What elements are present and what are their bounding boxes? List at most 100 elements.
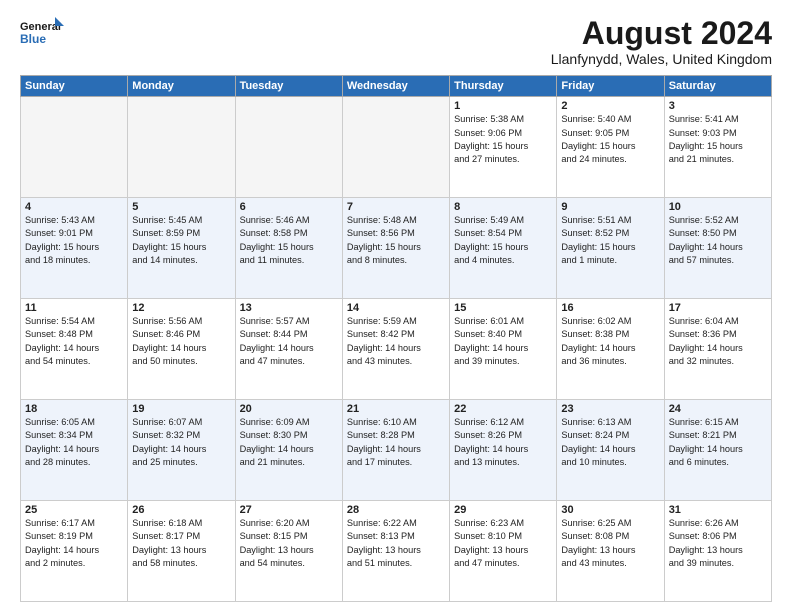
svg-text:Blue: Blue [20, 32, 46, 46]
day-info: Sunrise: 5:45 AM Sunset: 8:59 PM Dayligh… [132, 214, 230, 267]
table-row [235, 97, 342, 198]
table-row: 16Sunrise: 6:02 AM Sunset: 8:38 PM Dayli… [557, 299, 664, 400]
table-row: 21Sunrise: 6:10 AM Sunset: 8:28 PM Dayli… [342, 400, 449, 501]
day-info: Sunrise: 5:51 AM Sunset: 8:52 PM Dayligh… [561, 214, 659, 267]
day-number: 10 [669, 201, 767, 213]
day-number: 20 [240, 403, 338, 415]
table-row: 31Sunrise: 6:26 AM Sunset: 8:06 PM Dayli… [664, 501, 771, 602]
day-number: 3 [669, 100, 767, 112]
table-row: 5Sunrise: 5:45 AM Sunset: 8:59 PM Daylig… [128, 198, 235, 299]
day-number: 30 [561, 504, 659, 516]
day-number: 4 [25, 201, 123, 213]
calendar-week-row: 11Sunrise: 5:54 AM Sunset: 8:48 PM Dayli… [21, 299, 772, 400]
table-row: 10Sunrise: 5:52 AM Sunset: 8:50 PM Dayli… [664, 198, 771, 299]
table-row: 6Sunrise: 5:46 AM Sunset: 8:58 PM Daylig… [235, 198, 342, 299]
day-number: 9 [561, 201, 659, 213]
day-number: 25 [25, 504, 123, 516]
table-row: 25Sunrise: 6:17 AM Sunset: 8:19 PM Dayli… [21, 501, 128, 602]
day-number: 23 [561, 403, 659, 415]
table-row: 19Sunrise: 6:07 AM Sunset: 8:32 PM Dayli… [128, 400, 235, 501]
day-number: 5 [132, 201, 230, 213]
day-info: Sunrise: 5:46 AM Sunset: 8:58 PM Dayligh… [240, 214, 338, 267]
day-number: 28 [347, 504, 445, 516]
day-info: Sunrise: 6:02 AM Sunset: 8:38 PM Dayligh… [561, 315, 659, 368]
day-number: 29 [454, 504, 552, 516]
table-row [342, 97, 449, 198]
day-info: Sunrise: 6:23 AM Sunset: 8:10 PM Dayligh… [454, 517, 552, 570]
day-number: 21 [347, 403, 445, 415]
table-row: 30Sunrise: 6:25 AM Sunset: 8:08 PM Dayli… [557, 501, 664, 602]
table-row: 2Sunrise: 5:40 AM Sunset: 9:05 PM Daylig… [557, 97, 664, 198]
table-row: 22Sunrise: 6:12 AM Sunset: 8:26 PM Dayli… [450, 400, 557, 501]
header: General Blue August 2024 Llanfynydd, Wal… [20, 16, 772, 67]
day-info: Sunrise: 5:43 AM Sunset: 9:01 PM Dayligh… [25, 214, 123, 267]
table-row: 24Sunrise: 6:15 AM Sunset: 8:21 PM Dayli… [664, 400, 771, 501]
day-info: Sunrise: 6:01 AM Sunset: 8:40 PM Dayligh… [454, 315, 552, 368]
day-info: Sunrise: 6:07 AM Sunset: 8:32 PM Dayligh… [132, 416, 230, 469]
table-row: 11Sunrise: 5:54 AM Sunset: 8:48 PM Dayli… [21, 299, 128, 400]
day-info: Sunrise: 6:09 AM Sunset: 8:30 PM Dayligh… [240, 416, 338, 469]
col-saturday: Saturday [664, 76, 771, 97]
table-row: 14Sunrise: 5:59 AM Sunset: 8:42 PM Dayli… [342, 299, 449, 400]
day-info: Sunrise: 5:54 AM Sunset: 8:48 PM Dayligh… [25, 315, 123, 368]
day-number: 8 [454, 201, 552, 213]
day-number: 6 [240, 201, 338, 213]
table-row: 17Sunrise: 6:04 AM Sunset: 8:36 PM Dayli… [664, 299, 771, 400]
table-row: 4Sunrise: 5:43 AM Sunset: 9:01 PM Daylig… [21, 198, 128, 299]
table-row: 27Sunrise: 6:20 AM Sunset: 8:15 PM Dayli… [235, 501, 342, 602]
day-number: 16 [561, 302, 659, 314]
page: General Blue August 2024 Llanfynydd, Wal… [0, 0, 792, 612]
calendar-title: August 2024 [551, 16, 772, 51]
day-info: Sunrise: 6:10 AM Sunset: 8:28 PM Dayligh… [347, 416, 445, 469]
table-row: 26Sunrise: 6:18 AM Sunset: 8:17 PM Dayli… [128, 501, 235, 602]
day-info: Sunrise: 5:56 AM Sunset: 8:46 PM Dayligh… [132, 315, 230, 368]
day-info: Sunrise: 6:17 AM Sunset: 8:19 PM Dayligh… [25, 517, 123, 570]
day-number: 7 [347, 201, 445, 213]
calendar-week-row: 18Sunrise: 6:05 AM Sunset: 8:34 PM Dayli… [21, 400, 772, 501]
day-info: Sunrise: 6:25 AM Sunset: 8:08 PM Dayligh… [561, 517, 659, 570]
day-info: Sunrise: 6:05 AM Sunset: 8:34 PM Dayligh… [25, 416, 123, 469]
day-info: Sunrise: 5:41 AM Sunset: 9:03 PM Dayligh… [669, 113, 767, 166]
logo: General Blue [20, 16, 64, 48]
table-row: 8Sunrise: 5:49 AM Sunset: 8:54 PM Daylig… [450, 198, 557, 299]
day-info: Sunrise: 5:49 AM Sunset: 8:54 PM Dayligh… [454, 214, 552, 267]
calendar-week-row: 25Sunrise: 6:17 AM Sunset: 8:19 PM Dayli… [21, 501, 772, 602]
col-wednesday: Wednesday [342, 76, 449, 97]
day-info: Sunrise: 6:22 AM Sunset: 8:13 PM Dayligh… [347, 517, 445, 570]
calendar-table: Sunday Monday Tuesday Wednesday Thursday… [20, 75, 772, 602]
title-block: August 2024 Llanfynydd, Wales, United Ki… [551, 16, 772, 67]
day-number: 11 [25, 302, 123, 314]
table-row [128, 97, 235, 198]
day-info: Sunrise: 6:26 AM Sunset: 8:06 PM Dayligh… [669, 517, 767, 570]
day-info: Sunrise: 6:12 AM Sunset: 8:26 PM Dayligh… [454, 416, 552, 469]
day-number: 19 [132, 403, 230, 415]
table-row [21, 97, 128, 198]
table-row: 3Sunrise: 5:41 AM Sunset: 9:03 PM Daylig… [664, 97, 771, 198]
day-info: Sunrise: 5:59 AM Sunset: 8:42 PM Dayligh… [347, 315, 445, 368]
day-number: 27 [240, 504, 338, 516]
day-number: 12 [132, 302, 230, 314]
day-info: Sunrise: 6:15 AM Sunset: 8:21 PM Dayligh… [669, 416, 767, 469]
day-info: Sunrise: 6:20 AM Sunset: 8:15 PM Dayligh… [240, 517, 338, 570]
table-row: 23Sunrise: 6:13 AM Sunset: 8:24 PM Dayli… [557, 400, 664, 501]
col-monday: Monday [128, 76, 235, 97]
table-row: 20Sunrise: 6:09 AM Sunset: 8:30 PM Dayli… [235, 400, 342, 501]
table-row: 18Sunrise: 6:05 AM Sunset: 8:34 PM Dayli… [21, 400, 128, 501]
col-friday: Friday [557, 76, 664, 97]
day-number: 17 [669, 302, 767, 314]
table-row: 15Sunrise: 6:01 AM Sunset: 8:40 PM Dayli… [450, 299, 557, 400]
calendar-header-row: Sunday Monday Tuesday Wednesday Thursday… [21, 76, 772, 97]
calendar-week-row: 1Sunrise: 5:38 AM Sunset: 9:06 PM Daylig… [21, 97, 772, 198]
table-row: 12Sunrise: 5:56 AM Sunset: 8:46 PM Dayli… [128, 299, 235, 400]
day-info: Sunrise: 5:38 AM Sunset: 9:06 PM Dayligh… [454, 113, 552, 166]
table-row: 29Sunrise: 6:23 AM Sunset: 8:10 PM Dayli… [450, 501, 557, 602]
table-row: 7Sunrise: 5:48 AM Sunset: 8:56 PM Daylig… [342, 198, 449, 299]
day-number: 14 [347, 302, 445, 314]
logo-svg: General Blue [20, 16, 64, 48]
day-info: Sunrise: 6:04 AM Sunset: 8:36 PM Dayligh… [669, 315, 767, 368]
calendar-week-row: 4Sunrise: 5:43 AM Sunset: 9:01 PM Daylig… [21, 198, 772, 299]
day-number: 13 [240, 302, 338, 314]
day-number: 24 [669, 403, 767, 415]
col-tuesday: Tuesday [235, 76, 342, 97]
col-thursday: Thursday [450, 76, 557, 97]
